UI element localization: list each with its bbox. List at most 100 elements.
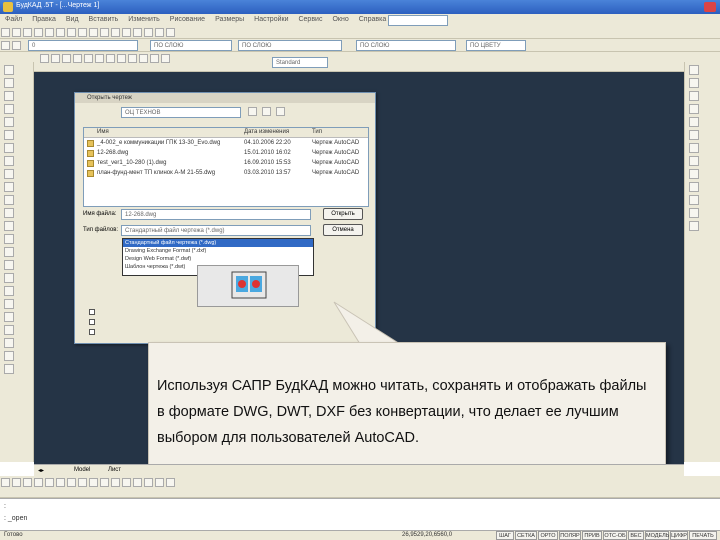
tab-layout[interactable]: Лист xyxy=(108,467,121,473)
filetype-select[interactable]: Стандартный файл чертежа (*.dwg) xyxy=(121,225,311,236)
dim-aligned-icon[interactable] xyxy=(144,478,153,487)
column-name[interactable]: Имя xyxy=(97,129,109,135)
trim-icon[interactable] xyxy=(4,364,14,374)
snap-node-icon[interactable] xyxy=(689,182,699,192)
hatch-icon[interactable] xyxy=(95,54,104,63)
draw-polyline-icon[interactable] xyxy=(4,91,14,101)
command-input[interactable]: : _open xyxy=(4,515,27,522)
zoom-icon[interactable] xyxy=(122,28,131,37)
option-checkbox[interactable] xyxy=(89,329,95,335)
menu-draw[interactable]: Рисование xyxy=(165,14,210,26)
draw-line-icon[interactable] xyxy=(4,65,14,75)
save-icon[interactable] xyxy=(23,28,32,37)
point-icon[interactable] xyxy=(161,54,170,63)
draw-rectangle-icon[interactable] xyxy=(4,117,14,127)
print-toggle[interactable]: ПЕЧАТЬ xyxy=(689,531,717,540)
open-icon[interactable] xyxy=(12,28,21,37)
draw-block-icon[interactable] xyxy=(4,182,14,192)
tab-model[interactable]: Model xyxy=(74,467,90,473)
snap-perpendicular-icon[interactable] xyxy=(689,143,699,153)
draw-table-icon[interactable] xyxy=(4,234,14,244)
snap-settings-icon[interactable] xyxy=(689,221,699,231)
draw-hatch-icon[interactable] xyxy=(4,208,14,218)
new-folder-icon[interactable] xyxy=(262,107,271,116)
snap-toggle[interactable]: ШАГ xyxy=(496,531,514,540)
distance-icon[interactable] xyxy=(23,478,32,487)
plotstyle-combo[interactable]: ПО ЦВЕТУ xyxy=(466,40,526,51)
draw-ray-icon[interactable] xyxy=(4,78,14,88)
layers-icon[interactable] xyxy=(155,28,164,37)
linetype-combo[interactable]: ПО СЛОЮ xyxy=(238,40,342,51)
rectangle-icon[interactable] xyxy=(84,54,93,63)
dim-angular-icon[interactable] xyxy=(166,478,175,487)
file-row[interactable]: тest_ver1_10-280 (1).dwg 16.09.2010 15:53… xyxy=(84,159,368,168)
numlock-indicator[interactable]: ЦИФР xyxy=(670,531,688,540)
draw-point-icon[interactable] xyxy=(4,195,14,205)
erase-icon[interactable] xyxy=(4,260,14,270)
filetype-option[interactable]: Design Web Format (*.dwf) xyxy=(123,255,313,263)
draw-region-icon[interactable] xyxy=(4,221,14,231)
cancel-button[interactable]: Отмена xyxy=(323,224,363,236)
osnap-toggle[interactable]: ПРИВ xyxy=(582,531,602,540)
snap-endpoint-icon[interactable] xyxy=(689,65,699,75)
fillet-icon[interactable] xyxy=(67,478,76,487)
explode-icon[interactable] xyxy=(34,478,43,487)
copy-object-icon[interactable] xyxy=(4,273,14,283)
layer-manager-icon[interactable] xyxy=(1,41,10,50)
option-checkbox[interactable] xyxy=(89,319,95,325)
snap-intersection-icon[interactable] xyxy=(689,91,699,101)
snap-quadrant-icon[interactable] xyxy=(689,117,699,127)
grid-toggle[interactable]: СЕТКА xyxy=(515,531,537,540)
help-icon[interactable] xyxy=(166,28,175,37)
menu-dimensions[interactable]: Размеры xyxy=(210,14,249,26)
circle-icon[interactable] xyxy=(62,54,71,63)
snap-center-icon[interactable] xyxy=(689,104,699,114)
menu-help[interactable]: Справка xyxy=(354,14,391,26)
menu-edit[interactable]: Правка xyxy=(27,14,61,26)
table-icon[interactable] xyxy=(150,54,159,63)
file-row[interactable]: план-фунд-мент ТП клинок А-М 21-55.dwg 03… xyxy=(84,169,368,178)
column-date[interactable]: Дата изменения xyxy=(244,129,289,135)
new-icon[interactable] xyxy=(1,28,10,37)
menu-tools[interactable]: Сервис xyxy=(293,14,327,26)
move-icon[interactable] xyxy=(4,325,14,335)
snap-parallel-icon[interactable] xyxy=(689,156,699,166)
zoom-window-icon[interactable] xyxy=(133,28,142,37)
draw-polygon-icon[interactable] xyxy=(4,104,14,114)
cut-icon[interactable] xyxy=(56,28,65,37)
menu-insert[interactable]: Вставить xyxy=(84,14,124,26)
draw-arc-icon[interactable] xyxy=(4,130,14,140)
break-icon[interactable] xyxy=(56,478,65,487)
filetype-option[interactable]: Drawing Exchange Format (*.dxf) xyxy=(123,247,313,255)
menu-view[interactable]: Вид xyxy=(61,14,84,26)
join-icon[interactable] xyxy=(45,478,54,487)
open-button[interactable]: Открыть xyxy=(323,208,363,220)
model-toggle[interactable]: МОДЕЛЬ xyxy=(645,531,669,540)
preview-icon[interactable] xyxy=(45,28,54,37)
draw-ellipse-icon[interactable] xyxy=(4,169,14,179)
menu-modify[interactable]: Изменить xyxy=(123,14,165,26)
draw-spline-icon[interactable] xyxy=(4,156,14,166)
lineweight-combo[interactable]: ПО СЛОЮ xyxy=(356,40,456,51)
menu-window[interactable]: Окно xyxy=(327,14,353,26)
file-row[interactable]: 12-268.dwg 15.01.2010 16:02 Чертеж AutoCAD xyxy=(84,149,368,158)
folder-up-icon[interactable] xyxy=(248,107,257,116)
insert-icon[interactable] xyxy=(139,54,148,63)
snap-insert-icon[interactable] xyxy=(689,169,699,179)
scale-icon[interactable] xyxy=(4,351,14,361)
color-combo[interactable]: ПО СЛОЮ xyxy=(150,40,232,51)
extend-icon[interactable] xyxy=(100,478,109,487)
chamfer-icon[interactable] xyxy=(78,478,87,487)
ortho-toggle[interactable]: ОРТО xyxy=(538,531,558,540)
command-line[interactable]: : : _open xyxy=(0,498,720,530)
filetype-option[interactable]: Стандартный файл чертежа (*.dwg) xyxy=(123,239,313,247)
polar-toggle[interactable]: ПОЛЯР xyxy=(559,531,581,540)
menu-settings[interactable]: Настройки xyxy=(249,14,293,26)
snap-midpoint-icon[interactable] xyxy=(689,78,699,88)
tab-nav-icon[interactable]: ◂▸ xyxy=(38,467,44,474)
snap-tangent-icon[interactable] xyxy=(689,130,699,140)
copy-icon[interactable] xyxy=(67,28,76,37)
undo-icon[interactable] xyxy=(89,28,98,37)
menu-combo[interactable] xyxy=(388,15,448,26)
text-icon[interactable] xyxy=(106,54,115,63)
